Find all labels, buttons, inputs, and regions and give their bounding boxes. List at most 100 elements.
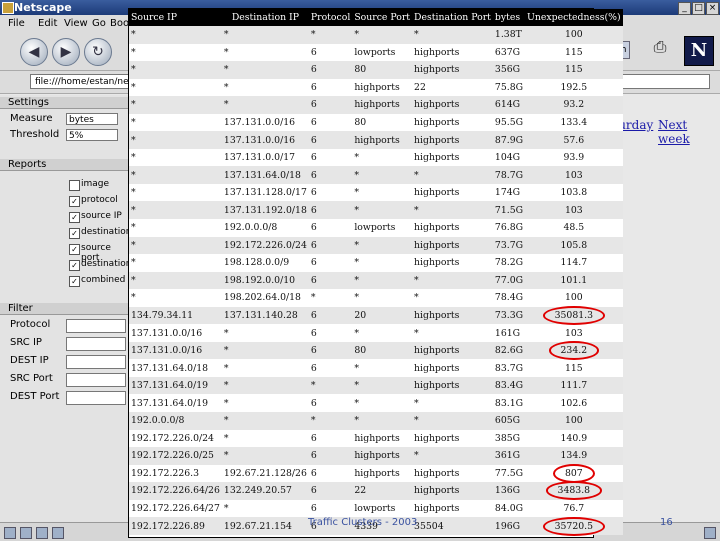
cell-destination-port: highports (412, 482, 493, 500)
table-row: * * 6 80 highports 356G 115 (129, 61, 623, 79)
cell-unexpectedness: 100 (525, 26, 623, 44)
cell-destination-ip: * (221, 359, 309, 377)
threshold-select[interactable]: 5% (66, 129, 118, 141)
cell-protocol: 6 (308, 447, 353, 465)
back-arrow-icon[interactable]: ◀ (20, 38, 48, 66)
col-header-destination-ip: Destination IP (221, 9, 309, 26)
table-header-row: Source IP Destination IP Protocol Source… (129, 9, 623, 26)
threshold-label: Threshold (10, 129, 60, 140)
table-row: 192.172.226.64/27 * 6 lowports highports 84.0… (129, 499, 623, 518)
cell-destination-port: highports (412, 236, 493, 255)
cell-destination-ip: 137.131.140.28 (221, 306, 309, 325)
cell-destination-port: * (412, 166, 493, 184)
clusters-table: Source IP Destination IP Protocol Source… (129, 9, 623, 536)
cell-bytes: 104G (492, 148, 526, 167)
cell-bytes: 87.9G (492, 131, 526, 149)
cell-unexpectedness: 93.9 (525, 148, 623, 167)
cell-source-port: * (352, 394, 413, 413)
cell-destination-ip: * (221, 412, 309, 430)
cell-source-ip: 137.131.0.0/16 (129, 324, 222, 342)
forward-arrow-icon[interactable]: ▶ (52, 38, 80, 66)
cell-destination-port: highports (412, 359, 493, 377)
cell-source-ip: * (129, 113, 222, 132)
cell-protocol: 6 (308, 43, 353, 62)
cell-bytes: 73.3G (492, 306, 526, 325)
report-checkbox[interactable]: ✓ (69, 196, 80, 207)
cell-destination-port: highports (412, 148, 493, 167)
cell-protocol: 6 (308, 201, 353, 220)
mail-icon[interactable] (4, 527, 16, 539)
cell-unexpectedness: 133.4 (525, 113, 623, 132)
cell-source-port: 80 (352, 113, 413, 132)
filter-heading: Filter (0, 303, 128, 315)
table-row: * 137.131.64.0/18 6 * * 78.7G 103 (129, 166, 623, 184)
cell-source-port: highports (352, 447, 413, 465)
table-row: 137.131.64.0/19 * * * highports 83.4G 111.7 (129, 376, 623, 395)
filter-dest-port-input[interactable] (66, 391, 126, 405)
cell-unexpectedness: 3483.8 (525, 481, 623, 501)
cell-protocol: 6 (308, 254, 353, 272)
navigator-icon[interactable] (20, 527, 32, 539)
cell-destination-ip: * (221, 96, 309, 114)
cell-protocol: 6 (308, 219, 353, 237)
composer-icon[interactable] (36, 527, 48, 539)
table-row: 134.79.34.11 137.131.140.28 6 20 highports 73… (129, 306, 623, 326)
menu-bookmarks[interactable]: Boo (110, 15, 129, 32)
col-header-bytes: bytes (492, 9, 526, 26)
cell-source-ip: 137.131.0.0/16 (129, 341, 222, 360)
table-row: 192.172.226.3 192.67.21.128/26 6 highports h… (129, 463, 623, 483)
close-button[interactable]: × (706, 2, 719, 15)
cell-destination-port: highports (412, 131, 493, 149)
report-checkbox[interactable]: ✓ (69, 212, 80, 223)
cell-destination-port: highports (412, 376, 493, 395)
address-book-icon[interactable] (52, 527, 64, 539)
settings-heading: Settings (0, 97, 128, 109)
maximize-button[interactable]: □ (692, 2, 705, 15)
filter-protocol-input[interactable] (66, 319, 126, 333)
cell-source-port: 20 (352, 306, 413, 325)
cell-bytes: 95.5G (492, 113, 526, 132)
cell-source-port: lowports (352, 43, 413, 62)
highlight-circle: 3483.8 (545, 481, 602, 501)
filter-dest-ip-input[interactable] (66, 355, 126, 369)
cell-bytes: 1.38T (492, 26, 526, 44)
report-checkbox[interactable]: ✓ (69, 244, 80, 255)
reports-heading: Reports (0, 159, 128, 171)
menu-edit[interactable]: Edit (38, 15, 57, 32)
measure-select[interactable]: bytes (66, 113, 118, 125)
next-week-link[interactable]: Next week (658, 118, 720, 146)
security-lock-icon[interactable] (704, 527, 716, 539)
cell-protocol: 6 (308, 394, 353, 413)
cell-unexpectedness: 103 (525, 324, 623, 342)
cell-destination-port: * (412, 289, 493, 307)
cell-destination-port: highports (412, 183, 493, 202)
cell-destination-ip: 137.131.192.0/18 (221, 201, 309, 220)
report-checkbox[interactable]: ✓ (69, 260, 80, 271)
filter-src-port-input[interactable] (66, 373, 126, 387)
report-checkbox[interactable]: ✓ (69, 276, 80, 287)
menu-view[interactable]: View (64, 15, 88, 32)
report-checkbox[interactable] (69, 180, 80, 191)
cell-source-ip: * (129, 254, 222, 272)
menu-file[interactable]: File (8, 15, 25, 32)
cell-destination-ip: * (221, 499, 309, 518)
filter-src-ip-input[interactable] (66, 337, 126, 351)
cell-unexpectedness: 807 (525, 463, 623, 483)
cell-unexpectedness: 115 (525, 61, 623, 79)
cell-unexpectedness: 76.7 (525, 499, 623, 518)
cell-destination-port: highports (412, 499, 493, 518)
table-row: * 137.131.0.0/17 6 * highports 104G 93.9 (129, 148, 623, 167)
cell-unexpectedness: 35720.5 (525, 516, 623, 536)
menu-go[interactable]: Go (92, 15, 106, 32)
table-row: * * 6 lowports highports 637G 115 (129, 43, 623, 62)
cell-bytes: 75.8G (492, 78, 526, 97)
report-item-label: destination (81, 227, 132, 237)
reload-icon[interactable]: ↻ (84, 38, 112, 66)
report-checkbox[interactable]: ✓ (69, 228, 80, 239)
cell-protocol: * (308, 376, 353, 395)
print-icon[interactable]: ⎙ (650, 38, 670, 56)
minimize-button[interactable]: _ (678, 2, 691, 15)
cell-protocol: 6 (308, 61, 353, 79)
cell-destination-ip: 132.249.20.57 (221, 482, 309, 500)
table-body: * * * * * 1.38T 100 * * 6 lowports highports 637G 115… (129, 26, 623, 536)
